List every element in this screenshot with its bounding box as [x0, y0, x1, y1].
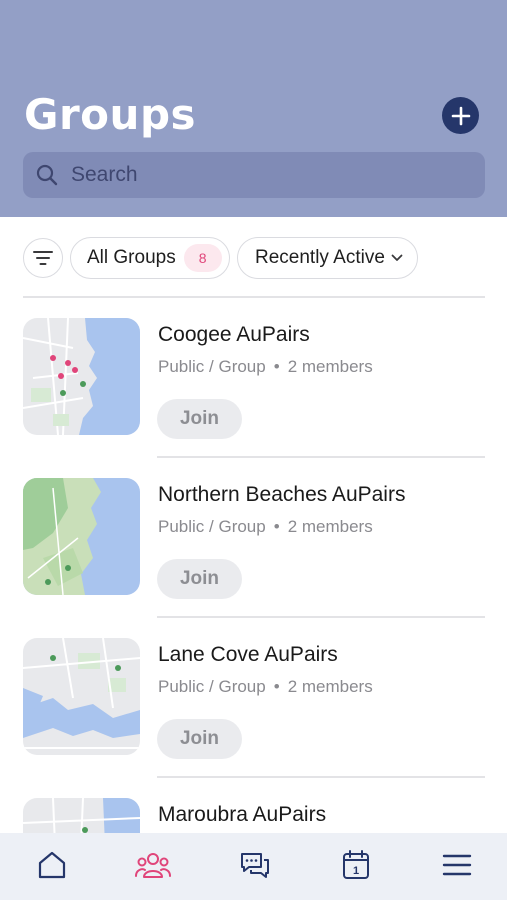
dot-separator: •	[273, 357, 280, 376]
group-name: Northern Beaches AuPairs	[158, 483, 406, 506]
group-type: Public / Group	[158, 357, 266, 376]
group-meta: Public / Group • 2 members	[158, 517, 373, 537]
search-icon	[36, 164, 58, 186]
groups-icon	[135, 853, 171, 878]
count-badge: 8	[183, 244, 222, 272]
tab-calendar[interactable]: 1	[336, 847, 376, 883]
header: Groups	[0, 0, 507, 217]
sort-dropdown[interactable]: Recently Active	[237, 237, 418, 279]
calendar-icon: 1	[343, 850, 369, 879]
tab-home[interactable]	[32, 847, 72, 883]
dot-separator: •	[273, 517, 280, 536]
group-thumbnail	[23, 798, 140, 833]
all-groups-label: All Groups	[87, 247, 176, 268]
tab-menu[interactable]	[437, 847, 477, 883]
sort-label: Recently Active	[255, 247, 385, 268]
group-type: Public / Group	[158, 517, 266, 536]
join-button[interactable]: Join	[157, 559, 242, 599]
member-count: 2 members	[287, 357, 373, 376]
group-row[interactable]: Lane Cove AuPairs Public / Group • 2 membe…	[0, 617, 507, 778]
home-icon	[38, 851, 66, 879]
group-list: Coogee AuPairs Public / Group • 2 members …	[0, 297, 507, 833]
group-meta: Public / Group • 2 members	[158, 357, 373, 377]
all-groups-chip[interactable]: All Groups 8	[70, 237, 230, 279]
search-bar[interactable]	[23, 152, 485, 198]
filter-button[interactable]	[23, 238, 63, 278]
group-type: Public / Group	[158, 677, 266, 696]
group-row[interactable]: Maroubra AuPairs	[0, 777, 507, 833]
dot-separator: •	[273, 677, 280, 696]
join-button[interactable]: Join	[157, 719, 242, 759]
search-input[interactable]	[71, 163, 451, 187]
group-thumbnail	[23, 318, 140, 435]
join-button[interactable]: Join	[157, 399, 242, 439]
group-name: Lane Cove AuPairs	[158, 643, 338, 666]
tab-chat[interactable]	[235, 847, 275, 883]
filter-bar: All Groups 8 Recently Active	[0, 236, 507, 280]
member-count: 2 members	[287, 677, 373, 696]
group-thumbnail	[23, 478, 140, 595]
group-thumbnail	[23, 638, 140, 755]
chat-icon	[241, 853, 269, 878]
page-title: Groups	[24, 90, 197, 139]
tab-groups[interactable]	[133, 847, 173, 883]
menu-icon	[442, 854, 472, 876]
chevron-down-icon	[391, 254, 403, 261]
filter-icon	[33, 251, 53, 265]
group-name: Maroubra AuPairs	[158, 803, 327, 826]
group-name: Coogee AuPairs	[158, 323, 310, 346]
bottom-tab-bar: 1	[0, 833, 507, 900]
group-row[interactable]: Coogee AuPairs Public / Group • 2 members …	[0, 297, 507, 458]
plus-icon	[451, 106, 470, 125]
group-meta: Public / Group • 2 members	[158, 677, 373, 697]
add-group-button[interactable]	[442, 97, 479, 134]
group-row[interactable]: Northern Beaches AuPairs Public / Group •…	[0, 457, 507, 618]
member-count: 2 members	[287, 517, 373, 536]
calendar-day: 1	[353, 865, 359, 877]
